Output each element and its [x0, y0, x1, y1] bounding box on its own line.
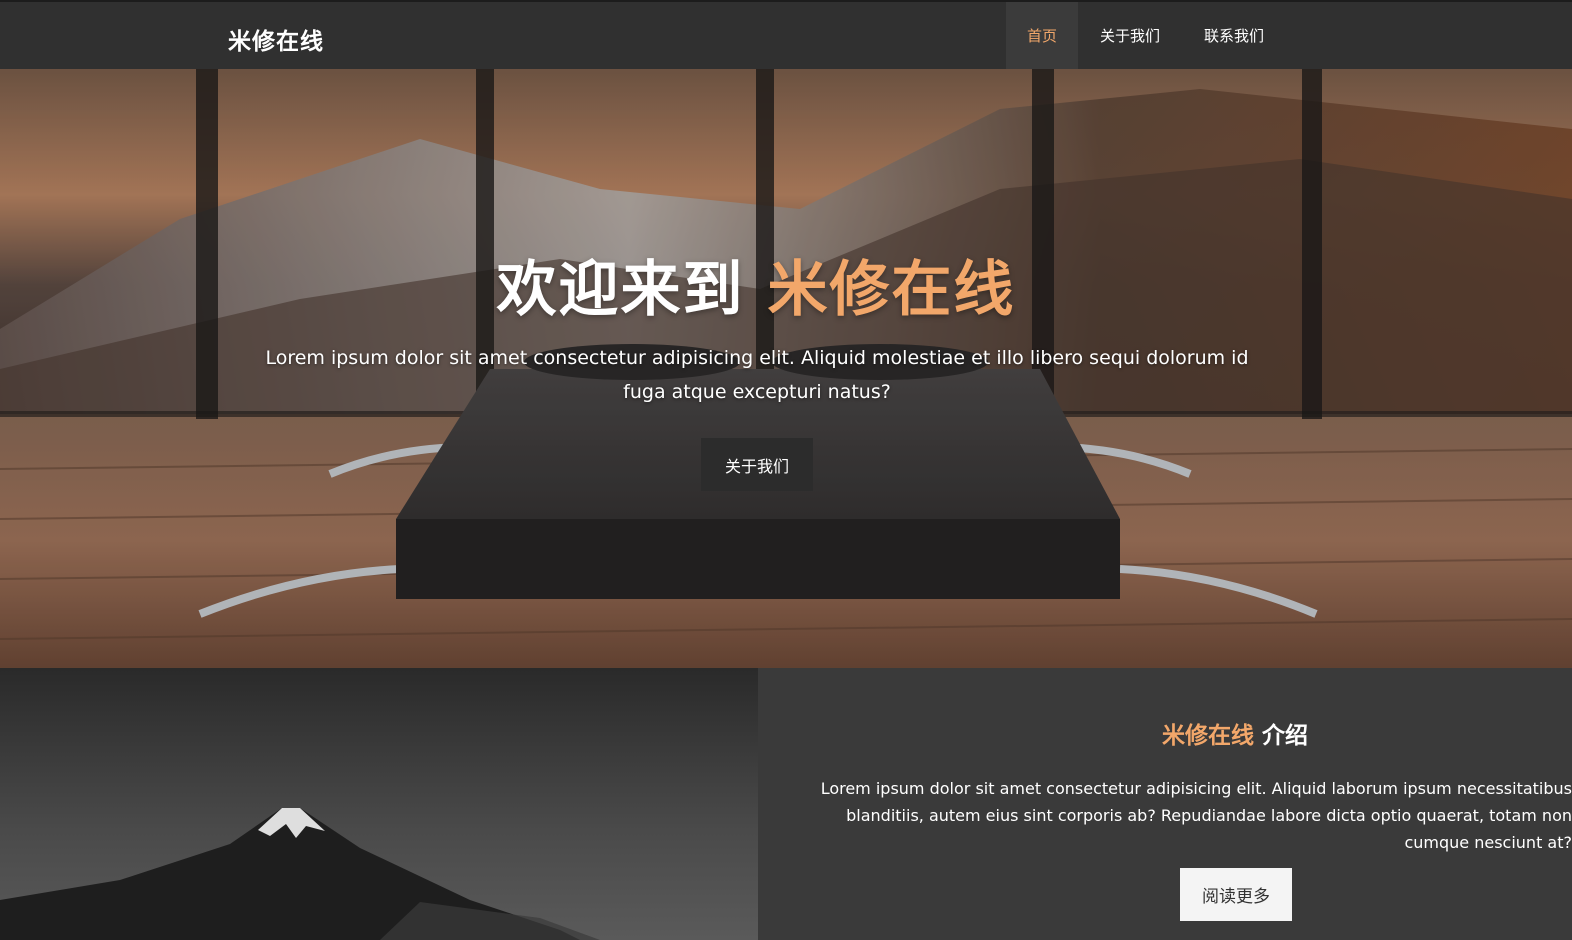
about-title: 米修在线 介绍	[758, 716, 1572, 750]
main-nav: 首页 关于我们 联系我们	[1006, 2, 1286, 69]
about-section: 米修在线 介绍 Lorem ipsum dolor sit amet conse…	[758, 668, 1572, 940]
about-us-button[interactable]: 关于我们	[701, 438, 813, 491]
nav-item-about[interactable]: 关于我们	[1078, 2, 1182, 69]
read-more-button[interactable]: 阅读更多	[1180, 868, 1292, 921]
hero-section: 欢迎来到 米修在线 Lorem ipsum dolor sit amet con…	[0, 69, 1572, 668]
hero-title: 欢迎来到 米修在线	[0, 241, 1512, 328]
nav-item-home[interactable]: 首页	[1006, 2, 1078, 69]
mountain-photo	[0, 668, 758, 940]
hero-title-prefix: 欢迎来到	[496, 255, 745, 325]
navbar: 米修在线 首页 关于我们 联系我们	[0, 2, 1572, 69]
about-title-suffix: 介绍	[1262, 723, 1308, 749]
mountain-image	[0, 668, 758, 940]
nav-item-contact[interactable]: 联系我们	[1182, 2, 1286, 69]
brand-logo[interactable]: 米修在线	[228, 22, 324, 56]
hero-description: Lorem ipsum dolor sit amet consectetur a…	[265, 347, 1249, 403]
about-title-accent: 米修在线	[1161, 723, 1254, 749]
hero-title-accent: 米修在线	[767, 255, 1016, 325]
about-description: Lorem ipsum dolor sit amet consectetur a…	[820, 779, 1572, 852]
